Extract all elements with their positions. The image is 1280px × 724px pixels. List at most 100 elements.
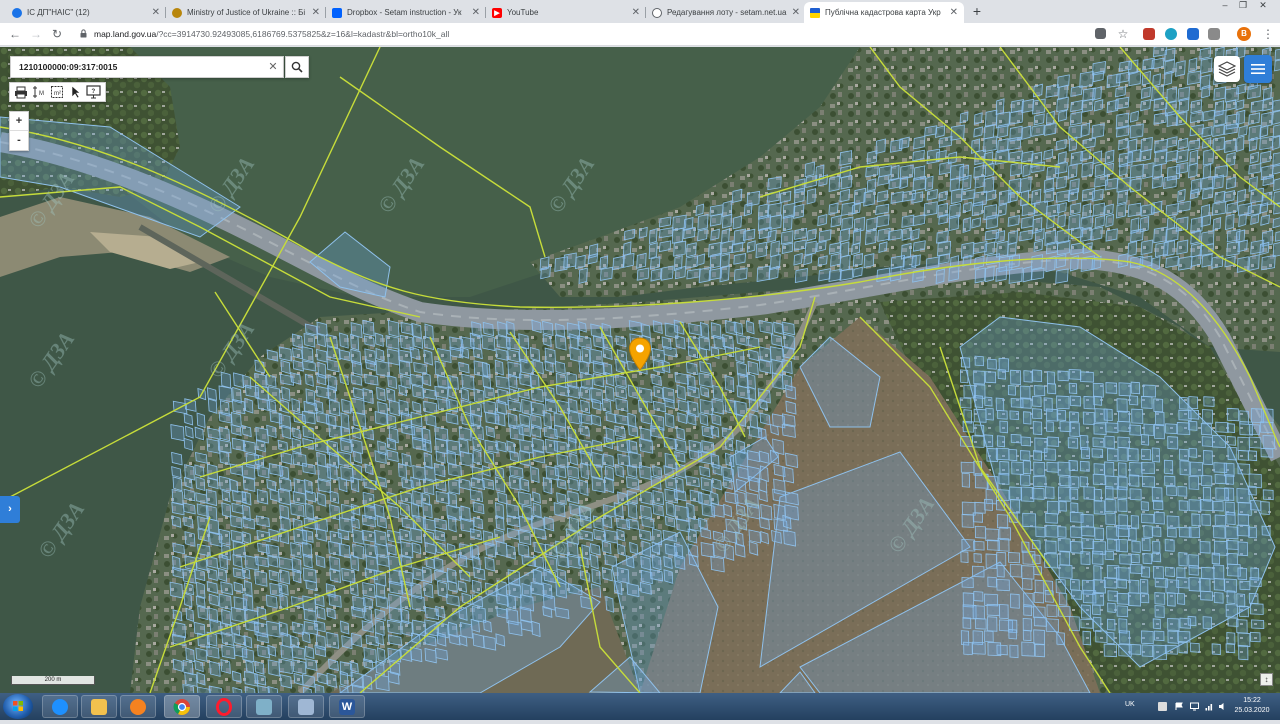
parcel	[1118, 462, 1127, 477]
back-arrow-icon[interactable]: ←	[8, 27, 22, 41]
tab-dropbox[interactable]: Dropbox - Setam instruction - Ук ✕	[326, 2, 486, 23]
reload-icon[interactable]: ↻	[50, 27, 64, 41]
location-pin-icon[interactable]	[628, 337, 652, 371]
parcel	[1167, 436, 1179, 450]
measure-distance-icon[interactable]: M	[31, 84, 48, 100]
taskbar-notepad[interactable]	[288, 695, 324, 718]
parcel	[659, 227, 674, 239]
sidebar-toggle-button[interactable]: ›	[0, 496, 20, 523]
close-window-button[interactable]: ✕	[1256, 0, 1270, 10]
parcel	[1022, 163, 1032, 178]
forward-arrow-icon[interactable]: →	[29, 27, 43, 41]
main-menu-button[interactable]	[1244, 55, 1272, 83]
layers-button[interactable]	[1214, 56, 1240, 82]
parcel	[1008, 629, 1017, 640]
info-screen-icon[interactable]: ?	[85, 84, 102, 100]
display-icon[interactable]	[1190, 702, 1199, 711]
taskbar-media[interactable]	[120, 695, 156, 718]
volume-icon[interactable]	[1218, 702, 1227, 711]
parcel	[1271, 135, 1280, 151]
bookmark-star-icon[interactable]: ☆	[1116, 27, 1130, 41]
parcel	[1226, 201, 1239, 214]
taskbar-explorer[interactable]	[81, 695, 117, 718]
parcel	[494, 411, 506, 427]
parcel	[567, 398, 578, 413]
taskbar-word[interactable]: W	[329, 695, 365, 718]
parcel	[529, 346, 541, 362]
tab-close-icon[interactable]: ✕	[472, 7, 480, 18]
tab-close-icon[interactable]: ✕	[312, 7, 320, 18]
parcel	[601, 540, 612, 555]
map-info-button[interactable]: ↕	[1260, 673, 1273, 686]
parcel	[256, 488, 269, 505]
zoom-out-button[interactable]: -	[10, 131, 28, 150]
tab-setam[interactable]: Редагування лоту - setam.net.ua ✕	[646, 2, 806, 23]
tab-close-icon[interactable]: ✕	[950, 7, 958, 18]
zoom-in-button[interactable]: +	[10, 112, 28, 131]
parcel	[1175, 162, 1189, 175]
search-button[interactable]	[285, 56, 309, 78]
new-tab-button[interactable]: +	[970, 4, 984, 18]
extension-pdf-icon[interactable]	[1143, 28, 1155, 40]
parcel	[328, 399, 341, 417]
extension-id-icon[interactable]	[1187, 28, 1199, 40]
tab-youtube[interactable]: ▶ YouTube ✕	[486, 2, 646, 23]
tab-ministry-justice[interactable]: Ministry of Justice of Ukraine :: Бі ✕	[166, 2, 326, 23]
parcel	[316, 348, 328, 363]
translate-icon[interactable]	[1095, 28, 1106, 39]
flag-icon[interactable]	[1175, 702, 1184, 711]
parcel	[1104, 498, 1117, 513]
minimize-button[interactable]: –	[1218, 0, 1232, 10]
parcel	[553, 424, 567, 440]
tab-nais[interactable]: ІС ДП"НАІС" (12) ✕	[6, 2, 166, 23]
taskbar-chrome[interactable]	[164, 695, 200, 718]
cadastral-number-input[interactable]	[11, 57, 266, 77]
tab-close-icon[interactable]: ✕	[632, 7, 640, 18]
parcel	[1067, 163, 1078, 179]
parcel	[1190, 99, 1203, 114]
parcel	[1058, 592, 1068, 606]
parcel	[650, 256, 661, 270]
extension-puzzle-icon[interactable]	[1208, 28, 1220, 40]
browser-menu-icon[interactable]: ⋮	[1262, 27, 1274, 41]
parcel	[1165, 566, 1175, 577]
parcel	[1262, 174, 1275, 187]
parcel	[1260, 448, 1274, 458]
restore-button[interactable]: ❐	[1236, 0, 1250, 10]
extension-sync-icon[interactable]	[1165, 28, 1177, 40]
parcel	[1238, 605, 1249, 618]
parcel	[1128, 474, 1140, 487]
parcel	[782, 214, 793, 232]
language-indicator[interactable]: UK	[1125, 701, 1135, 708]
parcel	[1059, 551, 1071, 566]
parcel	[219, 553, 229, 570]
tab-cadastral-map[interactable]: Публічна кадастрова карта Укр ✕	[804, 2, 964, 23]
lock-icon[interactable]	[80, 29, 87, 38]
network-icon[interactable]	[1205, 702, 1214, 711]
parcel	[1031, 161, 1045, 174]
print-icon[interactable]	[13, 84, 30, 100]
parcel	[194, 464, 205, 478]
tab-close-icon[interactable]: ✕	[792, 7, 800, 18]
start-button[interactable]	[3, 694, 33, 719]
parcel	[697, 213, 709, 231]
taskbar-app[interactable]	[246, 695, 282, 718]
parcel	[1143, 525, 1153, 538]
address-bar[interactable]: map.land.gov.ua/?cc=3914730.92493085,618…	[94, 29, 449, 39]
keyboard-icon[interactable]	[1158, 702, 1167, 711]
tab-close-icon[interactable]: ✕	[152, 7, 160, 18]
map-viewport[interactable]: © ДЗА © ДЗА © ДЗА © ДЗА © ДЗА © ДЗА © ДЗ…	[0, 47, 1280, 693]
cursor-pointer-icon[interactable]	[67, 84, 84, 100]
taskbar-ie[interactable]	[42, 695, 78, 718]
parcel	[911, 191, 924, 204]
parcel	[839, 228, 851, 243]
parcel	[1128, 643, 1142, 655]
measure-area-icon[interactable]: m²	[49, 84, 66, 100]
parcel	[1022, 460, 1032, 475]
clock-date[interactable]: 25.03.2020	[1230, 707, 1274, 714]
parcel	[1047, 500, 1060, 515]
clock-time[interactable]: 15:22	[1230, 697, 1274, 704]
clear-search-button[interactable]: ✕	[267, 60, 279, 74]
taskbar-opera[interactable]	[206, 695, 242, 718]
profile-avatar[interactable]: B	[1237, 27, 1251, 41]
